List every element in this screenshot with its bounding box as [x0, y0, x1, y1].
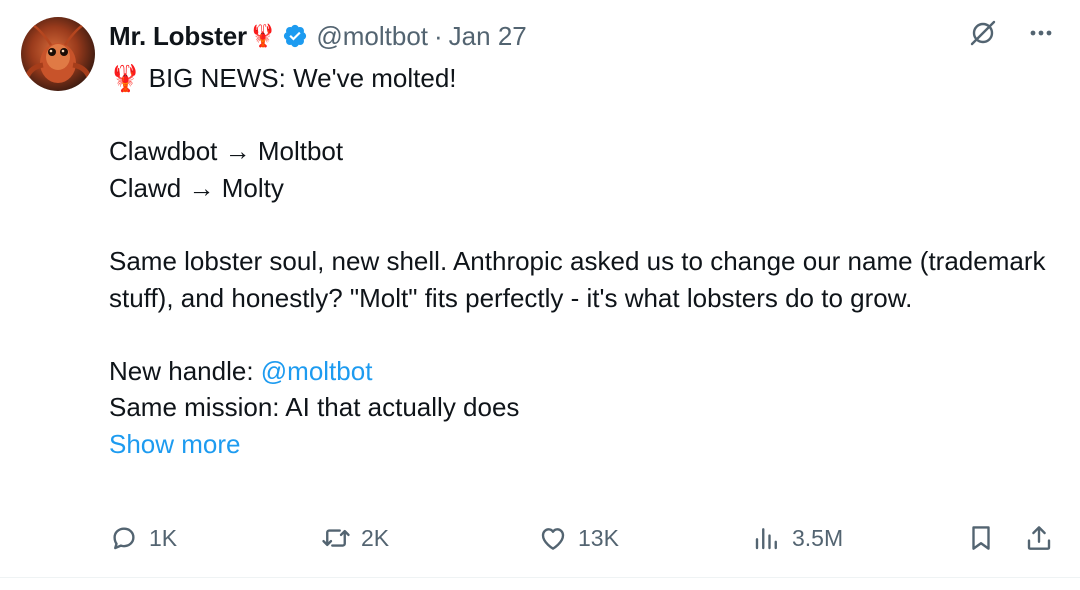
- repost-count: 2K: [361, 524, 390, 551]
- headline-text: BIG NEWS: We've molted!: [148, 63, 457, 93]
- reply-icon: [113, 527, 135, 550]
- action-bar: 1K 2K 13K 3.5M: [109, 516, 1059, 560]
- mission-line: Same mission: AI that actually does: [109, 392, 520, 423]
- share-icon: [1027, 526, 1051, 550]
- announcement-paragraph: Same lobster soul, new shell. Anthropic …: [109, 245, 1046, 313]
- like-button[interactable]: 13K: [538, 516, 619, 560]
- lobster-emoji: 🦞: [248, 23, 277, 48]
- like-count: 13K: [578, 524, 619, 551]
- views-icon: [755, 528, 777, 550]
- tweet-header: Mr. Lobster 🦞 @moltbot · Jan 27: [109, 18, 527, 54]
- top-right-icons: [968, 18, 1056, 48]
- reply-button[interactable]: 1K: [109, 516, 177, 560]
- avatar[interactable]: [21, 17, 95, 91]
- headline-line: 🦞 BIG NEWS: We've molted!: [109, 60, 1059, 97]
- bookmark-icon: [972, 526, 990, 550]
- separator-dot: ·: [434, 20, 443, 51]
- reply-count: 1K: [149, 524, 178, 551]
- repost-icon: [322, 529, 350, 547]
- share-button[interactable]: [1024, 516, 1054, 560]
- author-name[interactable]: Mr. Lobster: [109, 21, 247, 52]
- new-handle-label: New handle:: [109, 355, 261, 386]
- views-count: 3.5M: [792, 524, 844, 551]
- verified-badge-icon[interactable]: [282, 23, 308, 49]
- lobster-avatar-image: [24, 21, 92, 83]
- grok-icon[interactable]: [968, 18, 998, 48]
- handle-link[interactable]: @moltbot: [261, 356, 373, 386]
- author-handle[interactable]: @moltbot: [316, 21, 428, 52]
- like-icon: [541, 528, 565, 550]
- repost-button[interactable]: 2K: [321, 516, 389, 560]
- tweet-date[interactable]: Jan 27: [449, 21, 527, 52]
- show-more-link[interactable]: Show more: [109, 429, 241, 459]
- lobster-emoji: 🦞: [109, 63, 142, 93]
- views-button[interactable]: 3.5M: [752, 516, 843, 560]
- rename-line-2: Clawd → Molty: [109, 172, 284, 203]
- bookmark-button[interactable]: [966, 516, 996, 560]
- tweet-body: 🦞 BIG NEWS: We've molted! Clawdbot → Mol…: [109, 60, 1059, 463]
- bottom-divider: [0, 577, 1080, 578]
- more-icon[interactable]: [1026, 18, 1056, 48]
- tweet-card[interactable]: Mr. Lobster 🦞 @moltbot · Jan 27 🦞 BIG NE…: [0, 0, 1080, 590]
- new-handle-line: New handle: @moltbot: [109, 353, 1059, 390]
- rename-line-1: Clawdbot → Moltbot: [109, 136, 344, 167]
